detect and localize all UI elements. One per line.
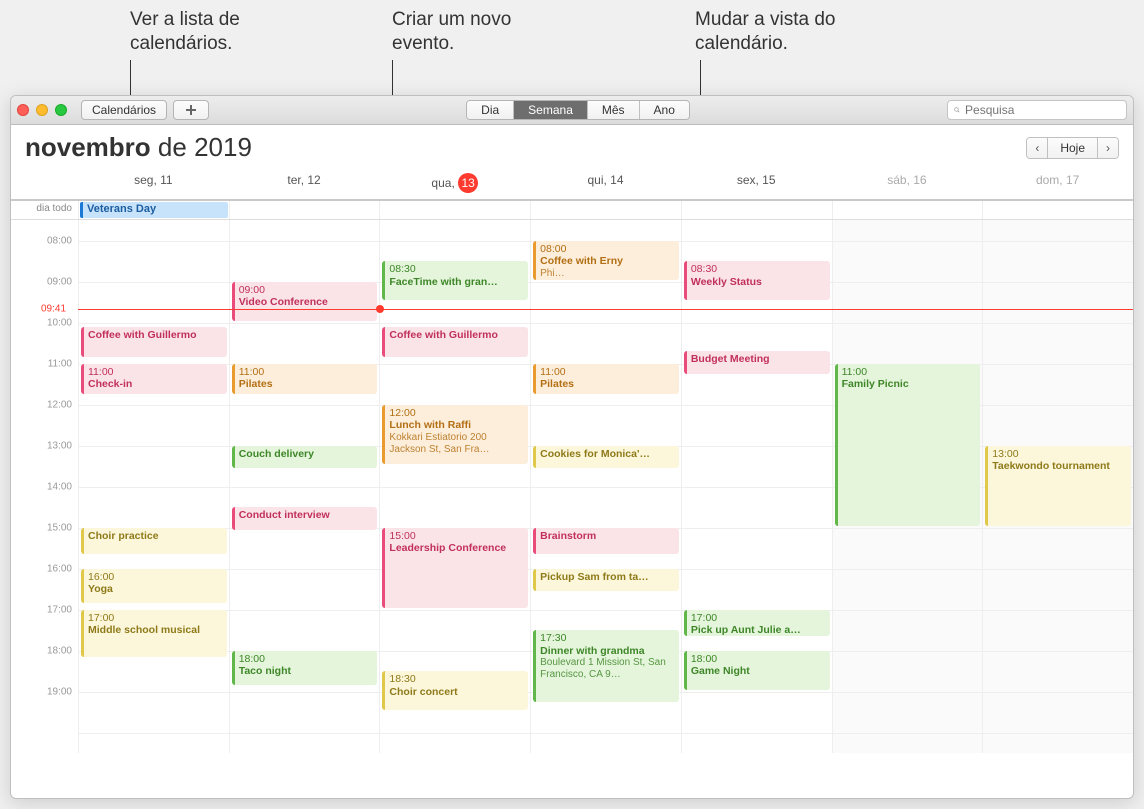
hour-label: 10:00: [47, 317, 72, 328]
hour-label: 13:00: [47, 440, 72, 451]
hour-label: 15:00: [47, 522, 72, 533]
add-event-button[interactable]: [173, 100, 209, 120]
callout-calendars: Ver a lista de calendários.: [130, 8, 240, 56]
day-header: qui, 14: [530, 163, 681, 199]
event[interactable]: 17:30Dinner with grandmaBoulevard 1 Miss…: [533, 630, 679, 702]
now-indicator: [78, 309, 1133, 310]
view-dia[interactable]: Dia: [467, 101, 514, 119]
day-header: sáb, 16: [832, 163, 983, 199]
allday-row: dia todo Veterans Day: [11, 201, 1133, 220]
toolbar: Calendários DiaSemanaMêsAno: [11, 96, 1133, 125]
event[interactable]: 18:00Game Night: [684, 651, 830, 690]
search-input[interactable]: [965, 103, 1120, 117]
allday-cell[interactable]: Veterans Day: [78, 201, 229, 219]
now-dot: [376, 305, 384, 313]
day-header: sex, 15: [681, 163, 832, 199]
hour-label: 12:00: [47, 399, 72, 410]
event[interactable]: Brainstorm: [533, 528, 679, 555]
event[interactable]: Conduct interview: [232, 507, 378, 530]
event[interactable]: Choir practice: [81, 528, 227, 555]
window-controls: [17, 104, 67, 116]
day-column[interactable]: 08:00Coffee with ErnyPhi… 11:00Pilates Coo…: [530, 220, 681, 753]
event[interactable]: Coffee with Guillermo: [382, 327, 528, 358]
day-column[interactable]: Coffee with Guillermo 11:00Check-in Choir …: [78, 220, 229, 753]
event[interactable]: 11:00Check-in: [81, 364, 227, 395]
day-header: dom, 17: [982, 163, 1133, 199]
hour-label: 14:00: [47, 481, 72, 492]
view-ano[interactable]: Ano: [640, 101, 689, 119]
day-column[interactable]: 08:30Weekly Status Budget Meeting 17:00Pic…: [681, 220, 832, 753]
day-column[interactable]: 11:00Family Picnic: [832, 220, 983, 753]
event[interactable]: Couch delivery: [232, 446, 378, 469]
search-icon: [954, 104, 960, 116]
callout-view: Mudar a vista do calendário.: [695, 8, 835, 56]
nav-buttons: ‹ Hoje ›: [1026, 137, 1119, 159]
event[interactable]: Pickup Sam from ta…: [533, 569, 679, 592]
event[interactable]: 17:00Pick up Aunt Julie a…: [684, 610, 830, 637]
plus-icon: [185, 104, 197, 116]
day-header: ter, 12: [229, 163, 380, 199]
callout-create: Criar um novo evento.: [392, 8, 511, 56]
zoom-icon[interactable]: [55, 104, 67, 116]
event[interactable]: 08:00Coffee with ErnyPhi…: [533, 241, 679, 280]
event[interactable]: Budget Meeting: [684, 351, 830, 374]
allday-cell[interactable]: [379, 201, 530, 219]
event[interactable]: 16:00Yoga: [81, 569, 227, 604]
week-grid[interactable]: 08:00 09:00 10:00 11:00 12:00 13:00 14:00 15:00…: [11, 220, 1133, 798]
view-switcher: DiaSemanaMêsAno: [466, 100, 690, 120]
event[interactable]: Cookies for Monica'…: [533, 446, 679, 469]
event[interactable]: 11:00Pilates: [232, 364, 378, 395]
day-column[interactable]: 13:00Taekwondo tournament: [982, 220, 1133, 753]
hour-label: 16:00: [47, 563, 72, 574]
hour-label: 11:00: [48, 358, 72, 369]
event[interactable]: 08:30Weekly Status: [684, 261, 830, 300]
event[interactable]: 15:00Leadership Conference: [382, 528, 528, 608]
allday-cell[interactable]: [229, 201, 380, 219]
day-header: seg, 11: [78, 163, 229, 199]
event[interactable]: 18:30Choir concert: [382, 671, 528, 710]
hour-label: 19:00: [47, 686, 72, 697]
header: novembro de 2019 ‹ Hoje ›: [11, 125, 1133, 163]
allday-cell[interactable]: [530, 201, 681, 219]
prev-week-button[interactable]: ‹: [1027, 138, 1048, 158]
hour-label: 08:00: [47, 235, 72, 246]
calendars-button[interactable]: Calendários: [81, 100, 167, 120]
allday-label: dia todo: [11, 201, 78, 219]
allday-cell[interactable]: [982, 201, 1133, 219]
event[interactable]: 12:00Lunch with RaffiKokkari Estiatorio …: [382, 405, 528, 465]
hour-label: 18:00: [47, 645, 72, 656]
event[interactable]: 17:00Middle school musical: [81, 610, 227, 657]
today-button[interactable]: Hoje: [1048, 138, 1098, 158]
close-icon[interactable]: [17, 104, 29, 116]
allday-cell[interactable]: [832, 201, 983, 219]
minimize-icon[interactable]: [36, 104, 48, 116]
event[interactable]: 09:00Video Conference: [232, 282, 378, 321]
search-field[interactable]: [947, 100, 1127, 120]
day-column[interactable]: 08:30FaceTime with gran… Coffee with Guil…: [379, 220, 530, 753]
event[interactable]: 13:00Taekwondo tournament: [985, 446, 1131, 526]
view-semana[interactable]: Semana: [514, 101, 588, 119]
hour-label: 09:00: [47, 276, 72, 287]
event[interactable]: 11:00Family Picnic: [835, 364, 981, 526]
allday-cell[interactable]: [681, 201, 832, 219]
event[interactable]: Coffee with Guillermo: [81, 327, 227, 358]
day-header: qua, 13: [379, 163, 530, 199]
event[interactable]: 11:00Pilates: [533, 364, 679, 395]
calendar-window: Calendários DiaSemanaMêsAno novembro de …: [10, 95, 1134, 799]
page-title: novembro de 2019: [25, 132, 252, 163]
day-column[interactable]: 09:00Video Conference 11:00Pilates Couch d…: [229, 220, 380, 753]
allday-event[interactable]: Veterans Day: [80, 202, 228, 218]
day-headers: seg, 11ter, 12qua, 13qui, 14sex, 15sáb, …: [11, 163, 1133, 201]
view-mês[interactable]: Mês: [588, 101, 640, 119]
next-week-button[interactable]: ›: [1098, 138, 1118, 158]
hour-label: 17:00: [47, 604, 72, 615]
event[interactable]: 18:00Taco night: [232, 651, 378, 686]
event[interactable]: 08:30FaceTime with gran…: [382, 261, 528, 300]
now-label: 09:41: [11, 304, 66, 315]
